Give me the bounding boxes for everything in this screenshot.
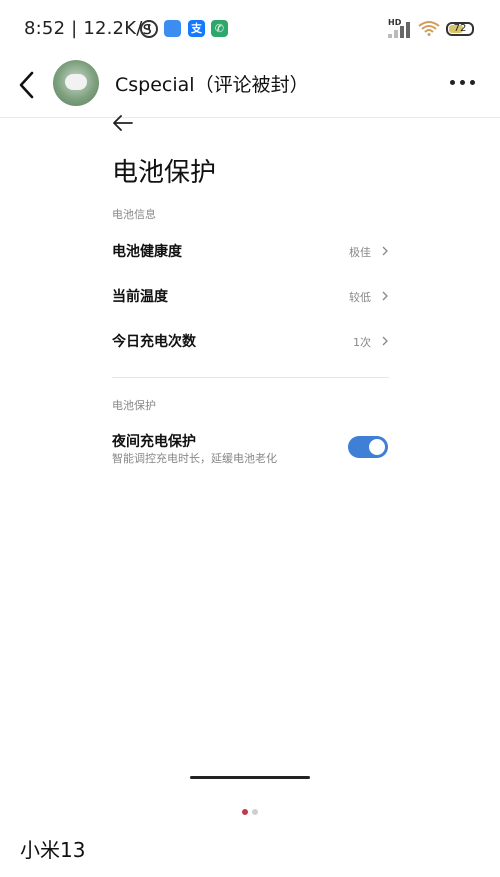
wifi-icon (418, 21, 440, 36)
settings-back-arrow-icon[interactable] (112, 113, 134, 133)
night-charge-protection-subtitle: 智能调控充电时长，延缓电池老化 (112, 452, 277, 465)
row-label: 电池健康度 (112, 244, 182, 260)
row-value: 极佳 (349, 246, 371, 259)
more-options-icon[interactable] (448, 80, 478, 88)
page-dot-active (242, 809, 248, 815)
back-arrow-icon[interactable] (16, 70, 40, 100)
alipay-app-icon: 支 (188, 20, 205, 37)
caption-text: 小米13 (20, 838, 86, 862)
row-label: 今日充电次数 (112, 334, 196, 350)
home-indicator[interactable] (190, 776, 310, 779)
avatar[interactable] (53, 60, 99, 106)
row-charge-count-today[interactable]: 今日充电次数 1次 (112, 326, 389, 356)
alarm-icon (140, 20, 158, 38)
chevron-right-icon (382, 336, 388, 346)
night-charge-protection-title: 夜间充电保护 (112, 434, 196, 450)
row-label: 当前温度 (112, 289, 168, 305)
night-charge-protection-toggle[interactable] (348, 436, 388, 458)
row-battery-health[interactable]: 电池健康度 极佳 (112, 236, 389, 266)
battery-icon: 72 (446, 22, 474, 36)
row-value: 较低 (349, 291, 371, 304)
section-label-battery-protection: 电池保护 (112, 399, 156, 412)
divider (112, 377, 389, 378)
cloud-app-icon (164, 20, 181, 37)
chevron-right-icon (382, 291, 388, 301)
row-current-temperature[interactable]: 当前温度 较低 (112, 281, 389, 311)
chat-title[interactable]: Cspecial（评论被封） (115, 70, 309, 97)
row-value: 1次 (353, 336, 371, 349)
phone-app-icon: ✆ (211, 20, 228, 37)
toggle-knob (369, 439, 385, 455)
signal-icon (388, 22, 410, 38)
status-bar: 8:52 | 12.2K/s 支 ✆ HD 72 (0, 0, 500, 56)
page-title: 电池保护 (112, 158, 217, 188)
chat-header: Cspecial（评论被封） (0, 56, 500, 118)
chevron-right-icon (382, 246, 388, 256)
page-indicator (242, 809, 260, 815)
status-time-speed: 8:52 | 12.2K/s (24, 18, 153, 39)
page-dot (252, 809, 258, 815)
battery-level: 72 (453, 23, 467, 34)
section-label-battery-info: 电池信息 (112, 208, 156, 221)
